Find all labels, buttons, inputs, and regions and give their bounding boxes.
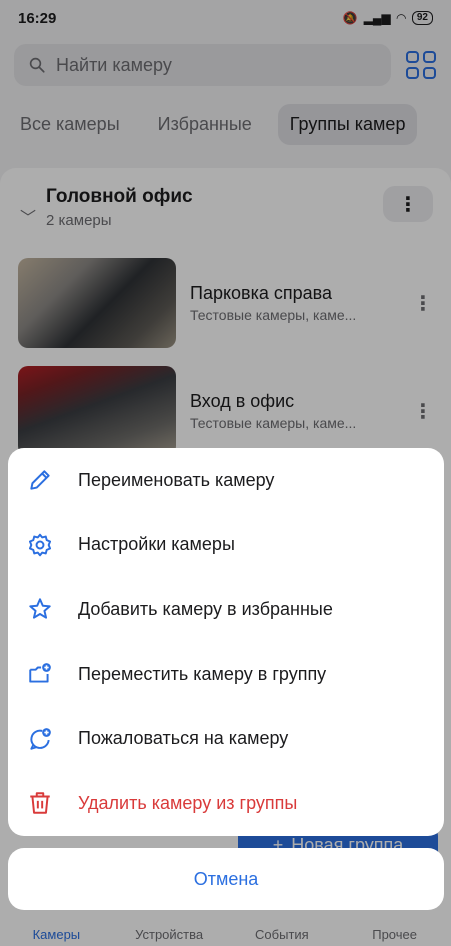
- chat-plus-icon: [26, 725, 54, 753]
- cancel-label: Отмена: [193, 868, 259, 889]
- add-favorite-item[interactable]: Добавить камеру в избранные: [8, 577, 444, 642]
- remove-from-group-label: Удалить камеру из группы: [78, 792, 298, 813]
- move-to-group-item[interactable]: Переместить камеру в группу: [8, 642, 444, 707]
- action-sheet: Переименовать камеру Настройки камеры До…: [8, 448, 444, 836]
- remove-from-group-item[interactable]: Удалить камеру из группы: [8, 771, 444, 836]
- camera-settings-label: Настройки камеры: [78, 534, 235, 555]
- camera-settings-item[interactable]: Настройки камеры: [8, 513, 444, 578]
- add-favorite-label: Добавить камеру в избранные: [78, 598, 333, 619]
- star-icon: [26, 595, 54, 623]
- rename-camera-label: Переименовать камеру: [78, 469, 275, 490]
- report-camera-label: Пожаловаться на камеру: [78, 728, 289, 749]
- rename-camera-item[interactable]: Переименовать камеру: [8, 448, 444, 513]
- report-camera-item[interactable]: Пожаловаться на камеру: [8, 706, 444, 771]
- gear-icon: [26, 531, 54, 559]
- move-to-group-label: Переместить камеру в группу: [78, 663, 327, 684]
- pencil-icon: [26, 466, 54, 494]
- trash-icon: [26, 789, 54, 817]
- folder-plus-icon: [26, 660, 54, 688]
- cancel-button[interactable]: Отмена: [8, 848, 444, 910]
